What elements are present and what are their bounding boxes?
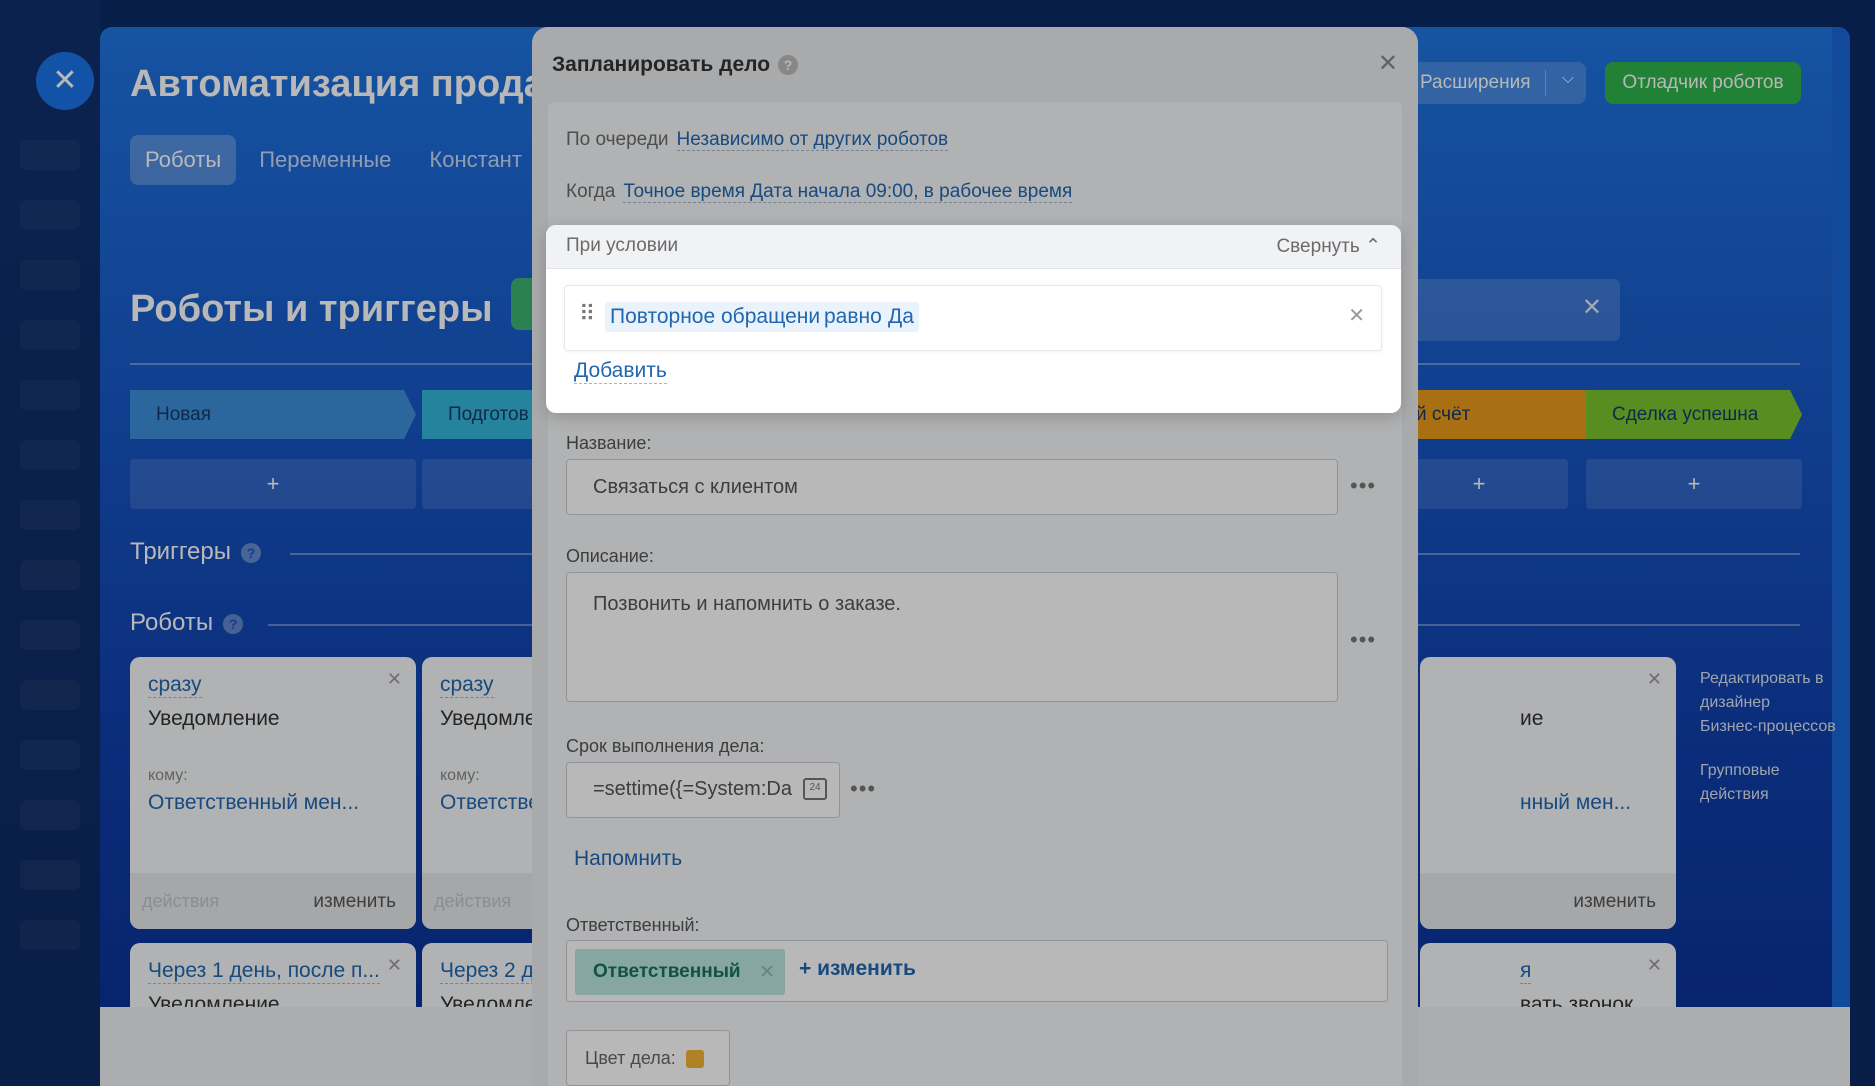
queue-link[interactable]: Независимо от других роботов xyxy=(676,129,949,151)
more-icon[interactable]: ••• xyxy=(1350,473,1376,499)
when-row: Когда Точное время Дата начала 09:00, в р… xyxy=(566,181,1073,203)
color-picker[interactable]: Цвет дела: xyxy=(566,1030,730,1086)
responsible-label: Ответственный: xyxy=(566,915,700,935)
help-icon[interactable]: ? xyxy=(778,55,799,76)
drag-handle-icon[interactable]: ⠿ xyxy=(579,303,595,325)
when-link[interactable]: Точное время Дата начала 09:00, в рабоче… xyxy=(623,181,1073,203)
dialog-title: Запланировать дело? xyxy=(552,53,799,77)
remove-icon[interactable]: ✕ xyxy=(759,961,775,984)
condition-operator[interactable]: равно xyxy=(819,302,887,332)
more-icon[interactable]: ••• xyxy=(850,776,876,802)
change-responsible-button[interactable]: + изменить xyxy=(799,957,916,981)
responsible-field[interactable]: Ответственный ✕ + изменить xyxy=(566,940,1388,1002)
color-swatch xyxy=(685,1050,704,1069)
more-icon[interactable]: ••• xyxy=(1350,627,1376,653)
description-textarea[interactable]: Позвонить и напомнить о заказе. xyxy=(566,572,1338,702)
deadline-label: Срок выполнения дела: xyxy=(566,736,765,756)
collapse-button[interactable]: Свернуть ⌃ xyxy=(1276,235,1381,258)
add-condition-link[interactable]: Добавить xyxy=(574,359,667,384)
condition-block: При условии Свернуть ⌃ ⠿ Повторное обращ… xyxy=(546,225,1401,413)
queue-row: По очереди Независимо от других роботов xyxy=(566,129,949,151)
close-icon[interactable]: ✕ xyxy=(1378,49,1398,78)
chevron-up-icon: ⌃ xyxy=(1365,236,1381,257)
name-input[interactable]: Связаться с клиентом xyxy=(566,459,1338,515)
condition-field[interactable]: Повторное обращение xyxy=(605,302,837,332)
condition-header: При условии Свернуть ⌃ xyxy=(546,225,1401,269)
condition-value[interactable]: Да xyxy=(883,302,919,332)
remove-condition-icon[interactable]: ✕ xyxy=(1348,303,1365,328)
calendar-icon[interactable]: 24 xyxy=(803,778,827,800)
remind-link[interactable]: Напомнить xyxy=(574,847,682,871)
description-label: Описание: xyxy=(566,546,654,566)
condition-title: При условии xyxy=(566,235,679,256)
name-label: Название: xyxy=(566,433,652,453)
deadline-input[interactable]: =settime({=System:Da 24 xyxy=(566,762,840,818)
condition-row: ⠿ Повторное обращение равно Да ✕ xyxy=(564,285,1382,351)
schedule-activity-dialog: Запланировать дело? ✕ По очереди Независи… xyxy=(532,27,1418,1086)
responsible-chip: Ответственный ✕ xyxy=(575,949,785,995)
